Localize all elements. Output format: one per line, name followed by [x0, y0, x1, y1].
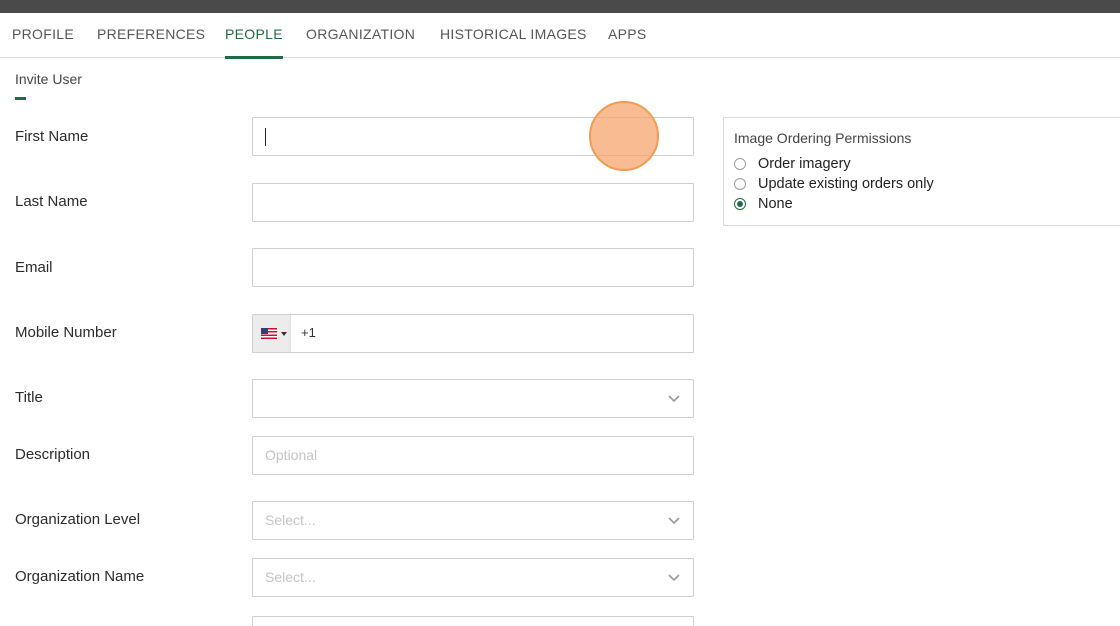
chevron-down-icon — [668, 574, 680, 582]
tab-historical-images[interactable]: HISTORICAL IMAGES — [440, 13, 587, 58]
settings-tabs: PROFILE PREFERENCES PEOPLE ORGANIZATION … — [0, 13, 1120, 59]
first-name-label: First Name — [15, 128, 89, 145]
mobile-number-input[interactable]: +1 — [252, 314, 694, 353]
mobile-number-label: Mobile Number — [15, 324, 117, 341]
organization-level-select[interactable]: Select... — [252, 501, 694, 540]
organization-name-label: Organization Name — [15, 568, 145, 585]
tab-organization[interactable]: ORGANIZATION — [306, 13, 415, 58]
phone-country-code: +1 — [301, 325, 316, 340]
section-title: Invite User — [15, 71, 82, 87]
description-label: Description — [15, 446, 91, 463]
tab-people[interactable]: PEOPLE — [225, 13, 283, 59]
top-bar — [0, 0, 1120, 13]
text-caret — [265, 128, 266, 146]
description-placeholder: Optional — [265, 447, 318, 463]
chevron-down-icon — [668, 395, 680, 403]
title-select[interactable] — [252, 379, 694, 418]
caret-down-icon — [281, 332, 287, 336]
radio-button[interactable] — [734, 178, 746, 190]
image-ordering-permissions-panel: Image Ordering Permissions Order imagery… — [723, 117, 1120, 226]
first-name-input[interactable] — [252, 117, 694, 156]
email-label: Email — [15, 259, 53, 276]
tab-profile[interactable]: PROFILE — [12, 13, 74, 58]
permission-option-label: Update existing orders only — [758, 176, 934, 192]
organization-level-label: Organization Level — [15, 511, 141, 528]
tab-preferences[interactable]: PREFERENCES — [97, 13, 205, 58]
email-input[interactable] — [252, 248, 694, 287]
chevron-down-icon — [668, 517, 680, 525]
last-name-label: Last Name — [15, 193, 88, 210]
next-field-partial[interactable] — [252, 616, 694, 626]
us-flag-icon — [261, 328, 277, 339]
permission-option-label: Order imagery — [758, 156, 851, 172]
radio-button[interactable] — [734, 158, 746, 170]
last-name-input[interactable] — [252, 183, 694, 222]
permissions-title: Image Ordering Permissions — [734, 130, 912, 146]
organization-level-placeholder: Select... — [265, 512, 316, 528]
title-label: Title — [15, 389, 43, 406]
section-title-underline — [15, 97, 26, 100]
organization-name-placeholder: Select... — [265, 569, 316, 585]
description-input[interactable]: Optional — [252, 436, 694, 475]
organization-name-select[interactable]: Select... — [252, 558, 694, 597]
tab-apps[interactable]: APPS — [608, 13, 647, 58]
radio-button-selected[interactable] — [734, 198, 746, 210]
country-code-selector[interactable] — [253, 315, 291, 352]
permission-option-label: None — [758, 196, 793, 212]
